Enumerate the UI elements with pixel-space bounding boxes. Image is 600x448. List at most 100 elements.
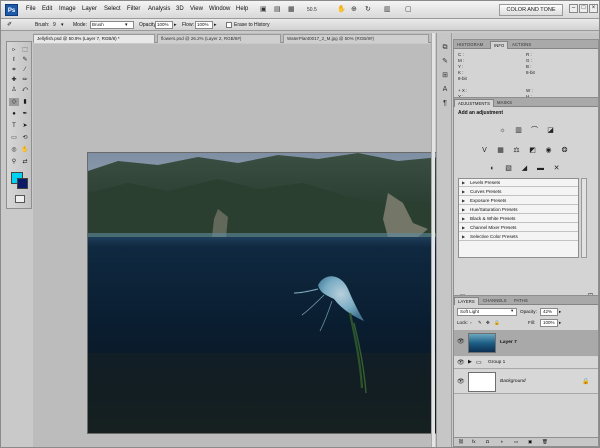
menu-edit[interactable]: Edit (42, 6, 52, 12)
chevron-right-icon[interactable]: ▸ (559, 319, 561, 327)
arrange-documents-icon[interactable]: ▥ (384, 5, 391, 15)
preset-channel-mixer[interactable]: ▶ Channel Mixer Presets (459, 224, 578, 232)
view-extras-icon[interactable]: ▦ (288, 5, 295, 15)
hand-icon[interactable]: ✋ (337, 5, 346, 15)
menu-layer[interactable]: Layer (82, 6, 97, 12)
history-brush-tool-icon[interactable]: ⤺ (20, 86, 30, 94)
pen-tool-icon[interactable]: ✒ (20, 110, 30, 118)
add-mask-icon[interactable]: ◘ (486, 438, 489, 446)
eyedropper-tool-icon[interactable]: ⁄ (20, 66, 30, 74)
menu-help[interactable]: Help (236, 6, 248, 12)
3d-orbit-tool-icon[interactable]: ◎ (9, 146, 19, 154)
menu-view[interactable]: View (190, 6, 203, 12)
fill-input[interactable]: 100% (540, 319, 558, 327)
photo-filter-icon[interactable]: ◉ (544, 146, 553, 155)
tab-histogram[interactable]: Histogram (454, 41, 486, 49)
move-tool-icon[interactable]: ▹ (9, 46, 19, 54)
layer-name[interactable]: Group 1 (488, 360, 505, 365)
black-white-icon[interactable]: ◩ (528, 146, 537, 155)
paragraph-panel-icon[interactable]: ¶ (440, 99, 450, 109)
link-layers-icon[interactable]: ⛓ (458, 438, 464, 446)
blend-mode-select[interactable]: Soft Light (457, 308, 517, 316)
channel-mixer-icon[interactable]: ❂ (560, 146, 569, 155)
brush-size-value[interactable]: 9 (53, 21, 56, 29)
hue-saturation-icon[interactable]: ▦ (496, 146, 505, 155)
vibrance-icon[interactable]: V (480, 146, 489, 155)
layer-row-group-1[interactable]: 👁 ▶ ▭ Group 1 (454, 357, 598, 369)
erase-to-history-checkbox[interactable] (226, 22, 232, 28)
clone-stamp-tool-icon[interactable]: ♙ (9, 86, 19, 94)
screen-mode-icon[interactable]: ▢ (405, 5, 412, 15)
menu-window[interactable]: Window (209, 6, 230, 12)
document-workspace[interactable] (33, 44, 440, 447)
new-group-icon[interactable]: ▭ (514, 438, 518, 446)
path-selection-tool-icon[interactable]: ➤ (20, 122, 30, 130)
tab-masks[interactable]: Masks (494, 99, 515, 107)
maximize-icon[interactable]: □ (579, 4, 588, 13)
visibility-eye-icon[interactable]: 👁 (457, 338, 465, 345)
chevron-down-icon[interactable]: ▾ (511, 307, 513, 315)
swap-colors-icon[interactable]: ⇄ (20, 158, 30, 166)
chevron-right-icon[interactable]: ▸ (214, 21, 217, 29)
workspace-switcher[interactable]: COLOR AND TONE (499, 4, 563, 16)
layer-row-background[interactable]: 👁 Background 🔒 (454, 370, 598, 394)
chevron-right-icon[interactable]: ▸ (174, 21, 177, 29)
lock-all-icon[interactable]: 🔒 (494, 319, 500, 327)
close-icon[interactable]: × (589, 4, 598, 13)
lock-position-icon[interactable]: ✥ (486, 319, 490, 327)
tab-paths[interactable]: Paths (511, 297, 531, 305)
eraser-tool-icon[interactable]: ◇ (9, 98, 19, 106)
layer-name[interactable]: Layer 7 (500, 340, 517, 345)
preset-curves[interactable]: ▶ Curves Presets (459, 188, 578, 196)
brightness-contrast-icon[interactable]: ☼ (498, 126, 507, 135)
curves-icon[interactable]: ⌒ (530, 126, 539, 135)
image-canvas[interactable] (87, 152, 440, 434)
background-color-swatch[interactable] (17, 178, 28, 189)
brushes-panel-icon[interactable]: ✎ (440, 57, 450, 67)
tab-waterplant[interactable]: WaterPlant0017_2_M.jpg @ 50% (RGB/8#) (283, 34, 429, 43)
quick-mask-icon[interactable] (15, 195, 25, 203)
new-adjustment-layer-icon[interactable]: ◑ (500, 438, 503, 446)
type-tool-icon[interactable]: T (9, 122, 19, 130)
preset-hue-saturation[interactable]: ▶ Hue/Saturation Presets (459, 206, 578, 214)
flow-input[interactable]: 100% (195, 21, 213, 29)
presets-scrollbar[interactable] (581, 178, 587, 258)
posterize-icon[interactable]: ▧ (504, 164, 513, 173)
menu-file[interactable]: File (26, 6, 36, 12)
menu-select[interactable]: Select (104, 6, 121, 12)
quick-selection-tool-icon[interactable]: ✎ (20, 56, 30, 64)
eraser-tool-preset-icon[interactable]: ✐ (7, 21, 12, 29)
minimize-icon[interactable]: – (569, 4, 578, 13)
shape-tool-icon[interactable]: ▭ (9, 134, 19, 142)
visibility-eye-icon[interactable]: 👁 (457, 359, 465, 366)
tab-jellyfish[interactable]: Jellyfish.psd @ 50.9% (Layer 7, RGB/8) * (33, 34, 155, 43)
tab-info[interactable]: Info (490, 41, 509, 49)
menu-image[interactable]: Image (59, 6, 76, 12)
rotate-view-icon[interactable]: ↻ (365, 5, 371, 15)
history-panel-icon[interactable]: ⧉ (440, 43, 450, 53)
dodge-tool-icon[interactable]: ● (9, 110, 19, 118)
lasso-tool-icon[interactable]: ℓ (9, 56, 19, 64)
healing-brush-tool-icon[interactable]: ✚ (9, 76, 19, 84)
expand-arrow-icon[interactable]: ▶ (468, 360, 472, 365)
tab-adjustments[interactable]: Adjustments (454, 99, 495, 107)
preset-selective-color[interactable]: ▶ Selective Color Presets (459, 233, 578, 241)
lock-transparency-icon[interactable]: ▫ (470, 319, 472, 327)
threshold-icon[interactable]: ◢ (520, 164, 529, 173)
layer-style-icon[interactable]: fx (472, 438, 476, 446)
zoom-tool-icon[interactable]: ⚲ (9, 158, 19, 166)
visibility-eye-icon[interactable]: 👁 (457, 378, 465, 385)
exposure-icon[interactable]: ◪ (546, 126, 555, 135)
zoom-level[interactable]: 50.5 (307, 5, 317, 15)
tab-flowers[interactable]: flowers.psd @ 26.2% (Layer 2, RGB/8#) (157, 34, 281, 43)
tab-channels[interactable]: Channels (480, 297, 510, 305)
brush-picker-arrow-icon[interactable]: ▾ (61, 21, 64, 29)
layer-name[interactable]: Background (500, 379, 526, 384)
mini-bridge-icon[interactable]: ▤ (274, 5, 281, 15)
layer-opacity-input[interactable]: 42% (540, 308, 558, 316)
gradient-map-icon[interactable]: ▬ (536, 164, 545, 173)
hand-tool-icon[interactable]: ✋ (20, 146, 30, 154)
menu-3d[interactable]: 3D (176, 6, 184, 12)
chevron-right-icon[interactable]: ▸ (559, 308, 561, 316)
selective-color-icon[interactable]: ✕ (552, 164, 561, 173)
